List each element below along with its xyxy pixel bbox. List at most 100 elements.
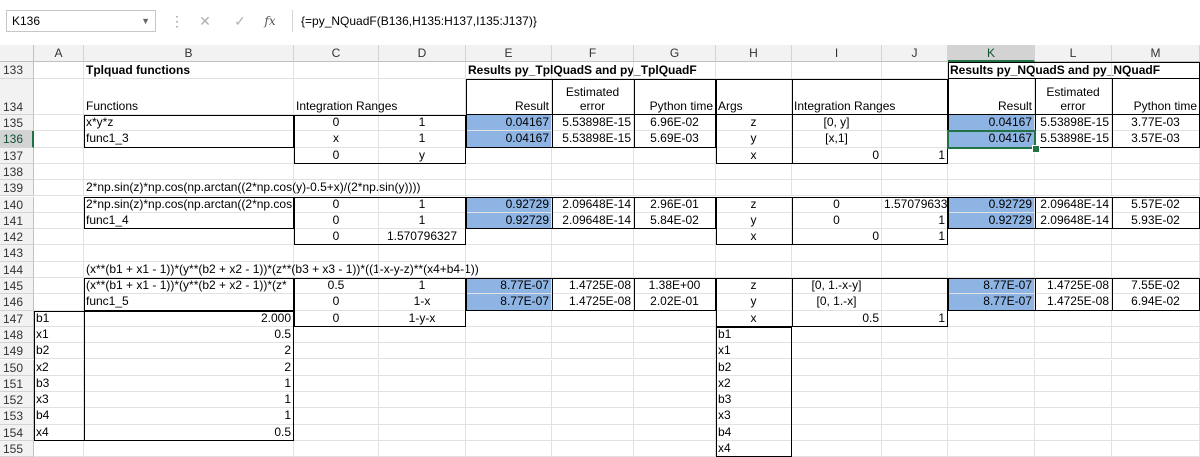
grid-cell[interactable]	[1112, 163, 1200, 181]
grid-cell[interactable]: 3.77E-03	[1112, 115, 1200, 132]
grid-cell[interactable]	[1035, 424, 1112, 441]
grid-cell[interactable]	[882, 79, 948, 115]
grid-cell[interactable]	[948, 441, 1035, 457]
grid-cell[interactable]: 3.57E-03	[1112, 131, 1200, 148]
grid-cell[interactable]	[1112, 62, 1200, 79]
grid-cell[interactable]: 0.92729	[948, 196, 1035, 213]
grid-cell[interactable]	[552, 229, 634, 246]
grid-cell[interactable]	[948, 261, 1035, 278]
grid-cell[interactable]	[716, 62, 792, 79]
grid-cell[interactable]: 2.09648E-14	[1035, 196, 1112, 213]
row-header-143[interactable]: 143	[0, 245, 34, 262]
grid-cell[interactable]	[466, 392, 552, 409]
grid-cell[interactable]	[1035, 359, 1112, 376]
row-header-147[interactable]: 147	[0, 310, 34, 327]
grid-cell[interactable]: x	[716, 310, 792, 327]
grid-cell[interactable]	[716, 245, 792, 262]
grid-cell[interactable]: 0.5	[84, 424, 294, 441]
grid-cell[interactable]	[792, 261, 882, 278]
grid-cell[interactable]: [0, y]	[792, 115, 882, 132]
grid-cell[interactable]	[716, 180, 792, 197]
grid-cell[interactable]	[379, 163, 466, 181]
grid-cell[interactable]: 1.4725E-08	[1035, 278, 1112, 295]
grid-cell[interactable]: x3	[716, 408, 792, 425]
grid-cell[interactable]	[379, 441, 466, 457]
grid-cell[interactable]: 8.77E-07	[466, 278, 552, 295]
grid-cell[interactable]	[552, 326, 634, 344]
grid-cell[interactable]	[634, 359, 716, 376]
grid-cell[interactable]: 0.04167	[948, 131, 1035, 148]
grid-cell[interactable]: z	[716, 196, 792, 213]
grid-cell[interactable]	[466, 163, 552, 181]
grid-cell[interactable]: x4	[716, 441, 792, 457]
grid-cell[interactable]	[882, 392, 948, 409]
grid-cell[interactable]	[882, 62, 948, 79]
grid-cell[interactable]: 5.53898E-15	[552, 115, 634, 132]
grid-cell[interactable]: 5.53898E-15	[1035, 131, 1112, 148]
grid-cell[interactable]: (x**(b1 + x1 - 1))*(y**(b2 + x2 - 1))*(z…	[84, 278, 294, 295]
grid-cell[interactable]	[1112, 245, 1200, 262]
grid-cell[interactable]: 1-x	[379, 294, 466, 311]
grid-cell[interactable]	[634, 245, 716, 262]
grid-cell[interactable]	[552, 424, 634, 441]
grid-cell[interactable]	[34, 180, 84, 197]
grid-cell[interactable]	[792, 163, 882, 181]
grid-cell[interactable]	[379, 261, 466, 278]
row-header-142[interactable]: 142	[0, 229, 34, 246]
column-header-j[interactable]: J	[882, 45, 948, 62]
grid-cell[interactable]	[882, 294, 948, 311]
grid-cell[interactable]: 0	[294, 196, 379, 213]
grid-cell[interactable]: func1_5	[84, 294, 294, 311]
grid-cell[interactable]	[1035, 441, 1112, 457]
grid-cell[interactable]: z	[716, 115, 792, 132]
grid-cell[interactable]	[882, 278, 948, 295]
grid-cell[interactable]: Python time	[1112, 79, 1200, 115]
grid-cell[interactable]: 0	[792, 196, 882, 213]
grid-cell[interactable]	[634, 229, 716, 246]
select-all-corner[interactable]	[0, 45, 34, 62]
grid-cell[interactable]	[1112, 359, 1200, 376]
grid-cell[interactable]	[34, 196, 84, 213]
column-header-i[interactable]: I	[792, 45, 882, 62]
grid-cell[interactable]: 0	[294, 294, 379, 311]
grid-cell[interactable]	[34, 294, 84, 311]
grid-cell[interactable]	[1035, 245, 1112, 262]
grid-cell[interactable]	[792, 441, 882, 457]
row-header-155[interactable]: 155	[0, 441, 34, 457]
grid-cell[interactable]: 1	[882, 147, 948, 164]
grid-cell[interactable]: x1	[716, 343, 792, 360]
grid-cell[interactable]	[882, 131, 948, 148]
grid-cell[interactable]	[294, 62, 379, 79]
grid-cell[interactable]	[466, 310, 552, 327]
row-header-137[interactable]: 137	[0, 147, 34, 164]
grid-cell[interactable]	[882, 180, 948, 197]
grid-cell[interactable]: x	[294, 131, 379, 148]
fill-handle[interactable]	[1032, 144, 1040, 153]
grid-cell[interactable]: func1_3	[84, 131, 294, 148]
grid-cell[interactable]: 1	[379, 131, 466, 148]
cancel-icon[interactable]: ✕	[193, 10, 217, 32]
row-header-153[interactable]: 153	[0, 408, 34, 425]
grid-cell[interactable]: 2	[84, 359, 294, 376]
row-header-148[interactable]: 148	[0, 326, 34, 344]
grid-cell[interactable]	[634, 375, 716, 393]
grid-cell[interactable]	[1112, 375, 1200, 393]
grid-cell[interactable]: Estimated error	[552, 79, 634, 115]
grid-cell[interactable]	[634, 326, 716, 344]
grid-cell[interactable]	[948, 147, 1035, 164]
grid-cell[interactable]: 5.93E-02	[1112, 212, 1200, 230]
grid-cell[interactable]: b4	[34, 408, 84, 425]
grid-cell[interactable]	[294, 163, 379, 181]
grid-cell[interactable]: Results py_TplQuadS and py_TplQuadF	[466, 62, 697, 79]
grid-cell[interactable]: 2.02E-01	[634, 294, 716, 311]
grid-cell[interactable]: 0.5	[792, 310, 882, 327]
grid-cell[interactable]	[552, 359, 634, 376]
grid-cell[interactable]: Estimated error	[1035, 79, 1112, 115]
column-header-k[interactable]: K	[948, 45, 1035, 62]
grid-cell[interactable]: 5.57E-02	[1112, 196, 1200, 213]
grid-cell[interactable]	[466, 375, 552, 393]
grid-cell[interactable]	[716, 163, 792, 181]
grid-cell[interactable]	[634, 163, 716, 181]
grid-cell[interactable]	[948, 180, 1035, 197]
grid-cell[interactable]	[552, 392, 634, 409]
